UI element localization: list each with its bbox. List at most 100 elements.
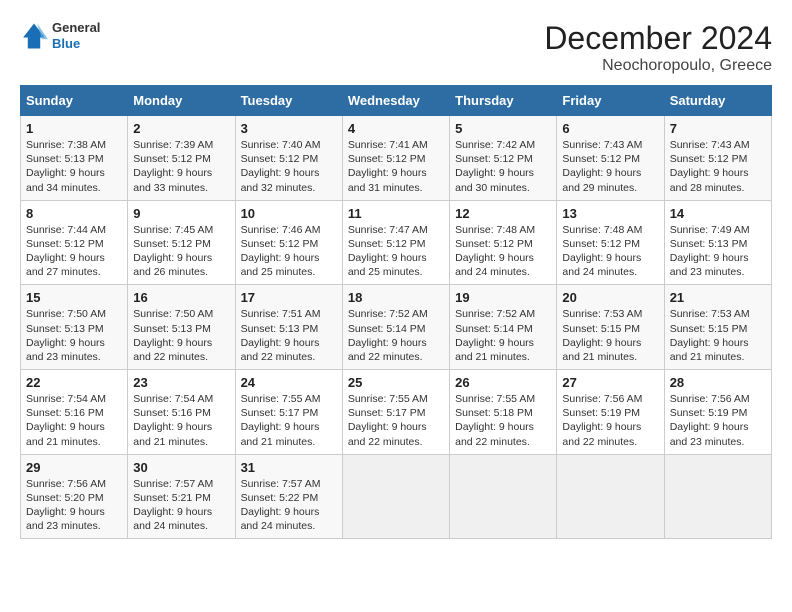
calendar-cell	[450, 454, 557, 539]
daylight: Daylight: 9 hours and 28 minutes.	[670, 167, 749, 193]
sunset: Sunset: 5:12 PM	[562, 238, 640, 250]
day-number: 28	[670, 375, 766, 390]
day-content: Sunrise: 7:44 AM Sunset: 5:12 PM Dayligh…	[26, 223, 122, 280]
daylight: Daylight: 9 hours and 23 minutes.	[670, 421, 749, 447]
calendar-cell: 18 Sunrise: 7:52 AM Sunset: 5:14 PM Dayl…	[342, 285, 449, 370]
day-content: Sunrise: 7:45 AM Sunset: 5:12 PM Dayligh…	[133, 223, 229, 280]
day-number: 4	[348, 121, 444, 136]
day-content: Sunrise: 7:48 AM Sunset: 5:12 PM Dayligh…	[455, 223, 551, 280]
day-content: Sunrise: 7:48 AM Sunset: 5:12 PM Dayligh…	[562, 223, 658, 280]
calendar-cell	[664, 454, 771, 539]
daylight: Daylight: 9 hours and 22 minutes.	[348, 421, 427, 447]
col-header-thursday: Thursday	[450, 86, 557, 116]
day-content: Sunrise: 7:56 AM Sunset: 5:19 PM Dayligh…	[562, 392, 658, 449]
daylight: Daylight: 9 hours and 22 minutes.	[241, 337, 320, 363]
sunrise: Sunrise: 7:57 AM	[133, 478, 213, 490]
day-number: 13	[562, 206, 658, 221]
calendar-cell: 9 Sunrise: 7:45 AM Sunset: 5:12 PM Dayli…	[128, 200, 235, 285]
sunset: Sunset: 5:15 PM	[562, 323, 640, 335]
calendar-cell: 11 Sunrise: 7:47 AM Sunset: 5:12 PM Dayl…	[342, 200, 449, 285]
daylight: Daylight: 9 hours and 22 minutes.	[348, 337, 427, 363]
calendar-cell: 2 Sunrise: 7:39 AM Sunset: 5:12 PM Dayli…	[128, 116, 235, 201]
calendar-cell: 29 Sunrise: 7:56 AM Sunset: 5:20 PM Dayl…	[21, 454, 128, 539]
day-number: 7	[670, 121, 766, 136]
logo-line1: General	[52, 20, 100, 36]
sunset: Sunset: 5:12 PM	[455, 238, 533, 250]
col-header-tuesday: Tuesday	[235, 86, 342, 116]
sunset: Sunset: 5:14 PM	[455, 323, 533, 335]
sunset: Sunset: 5:13 PM	[26, 323, 104, 335]
daylight: Daylight: 9 hours and 21 minutes.	[241, 421, 320, 447]
day-content: Sunrise: 7:43 AM Sunset: 5:12 PM Dayligh…	[562, 138, 658, 195]
sunset: Sunset: 5:12 PM	[241, 238, 319, 250]
sunset: Sunset: 5:12 PM	[26, 238, 104, 250]
day-number: 3	[241, 121, 337, 136]
day-content: Sunrise: 7:50 AM Sunset: 5:13 PM Dayligh…	[133, 307, 229, 364]
sunrise: Sunrise: 7:52 AM	[455, 308, 535, 320]
sunrise: Sunrise: 7:39 AM	[133, 139, 213, 151]
day-number: 18	[348, 290, 444, 305]
calendar-week-5: 29 Sunrise: 7:56 AM Sunset: 5:20 PM Dayl…	[21, 454, 772, 539]
sunset: Sunset: 5:12 PM	[670, 153, 748, 165]
calendar-cell: 12 Sunrise: 7:48 AM Sunset: 5:12 PM Dayl…	[450, 200, 557, 285]
sunset: Sunset: 5:12 PM	[348, 238, 426, 250]
calendar-cell	[342, 454, 449, 539]
col-header-sunday: Sunday	[21, 86, 128, 116]
calendar-cell: 24 Sunrise: 7:55 AM Sunset: 5:17 PM Dayl…	[235, 370, 342, 455]
day-content: Sunrise: 7:54 AM Sunset: 5:16 PM Dayligh…	[26, 392, 122, 449]
calendar-week-2: 8 Sunrise: 7:44 AM Sunset: 5:12 PM Dayli…	[21, 200, 772, 285]
day-content: Sunrise: 7:53 AM Sunset: 5:15 PM Dayligh…	[562, 307, 658, 364]
sunrise: Sunrise: 7:56 AM	[562, 393, 642, 405]
sunset: Sunset: 5:13 PM	[241, 323, 319, 335]
daylight: Daylight: 9 hours and 33 minutes.	[133, 167, 212, 193]
calendar-week-1: 1 Sunrise: 7:38 AM Sunset: 5:13 PM Dayli…	[21, 116, 772, 201]
day-content: Sunrise: 7:53 AM Sunset: 5:15 PM Dayligh…	[670, 307, 766, 364]
sunrise: Sunrise: 7:53 AM	[562, 308, 642, 320]
calendar-cell: 21 Sunrise: 7:53 AM Sunset: 5:15 PM Dayl…	[664, 285, 771, 370]
daylight: Daylight: 9 hours and 22 minutes.	[133, 337, 212, 363]
day-number: 5	[455, 121, 551, 136]
daylight: Daylight: 9 hours and 24 minutes.	[562, 252, 641, 278]
daylight: Daylight: 9 hours and 30 minutes.	[455, 167, 534, 193]
sunset: Sunset: 5:19 PM	[562, 407, 640, 419]
day-content: Sunrise: 7:49 AM Sunset: 5:13 PM Dayligh…	[670, 223, 766, 280]
day-number: 23	[133, 375, 229, 390]
calendar-cell: 27 Sunrise: 7:56 AM Sunset: 5:19 PM Dayl…	[557, 370, 664, 455]
daylight: Daylight: 9 hours and 25 minutes.	[348, 252, 427, 278]
calendar-cell: 5 Sunrise: 7:42 AM Sunset: 5:12 PM Dayli…	[450, 116, 557, 201]
day-number: 20	[562, 290, 658, 305]
sunrise: Sunrise: 7:55 AM	[241, 393, 321, 405]
calendar-cell: 13 Sunrise: 7:48 AM Sunset: 5:12 PM Dayl…	[557, 200, 664, 285]
sunrise: Sunrise: 7:41 AM	[348, 139, 428, 151]
sunrise: Sunrise: 7:52 AM	[348, 308, 428, 320]
calendar-cell: 31 Sunrise: 7:57 AM Sunset: 5:22 PM Dayl…	[235, 454, 342, 539]
calendar-cell: 16 Sunrise: 7:50 AM Sunset: 5:13 PM Dayl…	[128, 285, 235, 370]
calendar-cell: 3 Sunrise: 7:40 AM Sunset: 5:12 PM Dayli…	[235, 116, 342, 201]
calendar-cell: 8 Sunrise: 7:44 AM Sunset: 5:12 PM Dayli…	[21, 200, 128, 285]
day-content: Sunrise: 7:54 AM Sunset: 5:16 PM Dayligh…	[133, 392, 229, 449]
day-content: Sunrise: 7:46 AM Sunset: 5:12 PM Dayligh…	[241, 223, 337, 280]
sunrise: Sunrise: 7:54 AM	[26, 393, 106, 405]
sunset: Sunset: 5:17 PM	[348, 407, 426, 419]
daylight: Daylight: 9 hours and 21 minutes.	[455, 337, 534, 363]
sunset: Sunset: 5:16 PM	[133, 407, 211, 419]
sunset: Sunset: 5:16 PM	[26, 407, 104, 419]
day-content: Sunrise: 7:56 AM Sunset: 5:20 PM Dayligh…	[26, 477, 122, 534]
calendar-cell: 17 Sunrise: 7:51 AM Sunset: 5:13 PM Dayl…	[235, 285, 342, 370]
day-number: 10	[241, 206, 337, 221]
day-number: 1	[26, 121, 122, 136]
calendar-week-3: 15 Sunrise: 7:50 AM Sunset: 5:13 PM Dayl…	[21, 285, 772, 370]
sunrise: Sunrise: 7:54 AM	[133, 393, 213, 405]
day-number: 19	[455, 290, 551, 305]
day-content: Sunrise: 7:57 AM Sunset: 5:22 PM Dayligh…	[241, 477, 337, 534]
calendar-cell: 15 Sunrise: 7:50 AM Sunset: 5:13 PM Dayl…	[21, 285, 128, 370]
sunrise: Sunrise: 7:50 AM	[26, 308, 106, 320]
sunset: Sunset: 5:12 PM	[562, 153, 640, 165]
day-number: 27	[562, 375, 658, 390]
daylight: Daylight: 9 hours and 21 minutes.	[26, 421, 105, 447]
calendar-table: SundayMondayTuesdayWednesdayThursdayFrid…	[20, 85, 772, 539]
sunset: Sunset: 5:12 PM	[348, 153, 426, 165]
day-number: 12	[455, 206, 551, 221]
sunset: Sunset: 5:13 PM	[26, 153, 104, 165]
sunset: Sunset: 5:13 PM	[133, 323, 211, 335]
